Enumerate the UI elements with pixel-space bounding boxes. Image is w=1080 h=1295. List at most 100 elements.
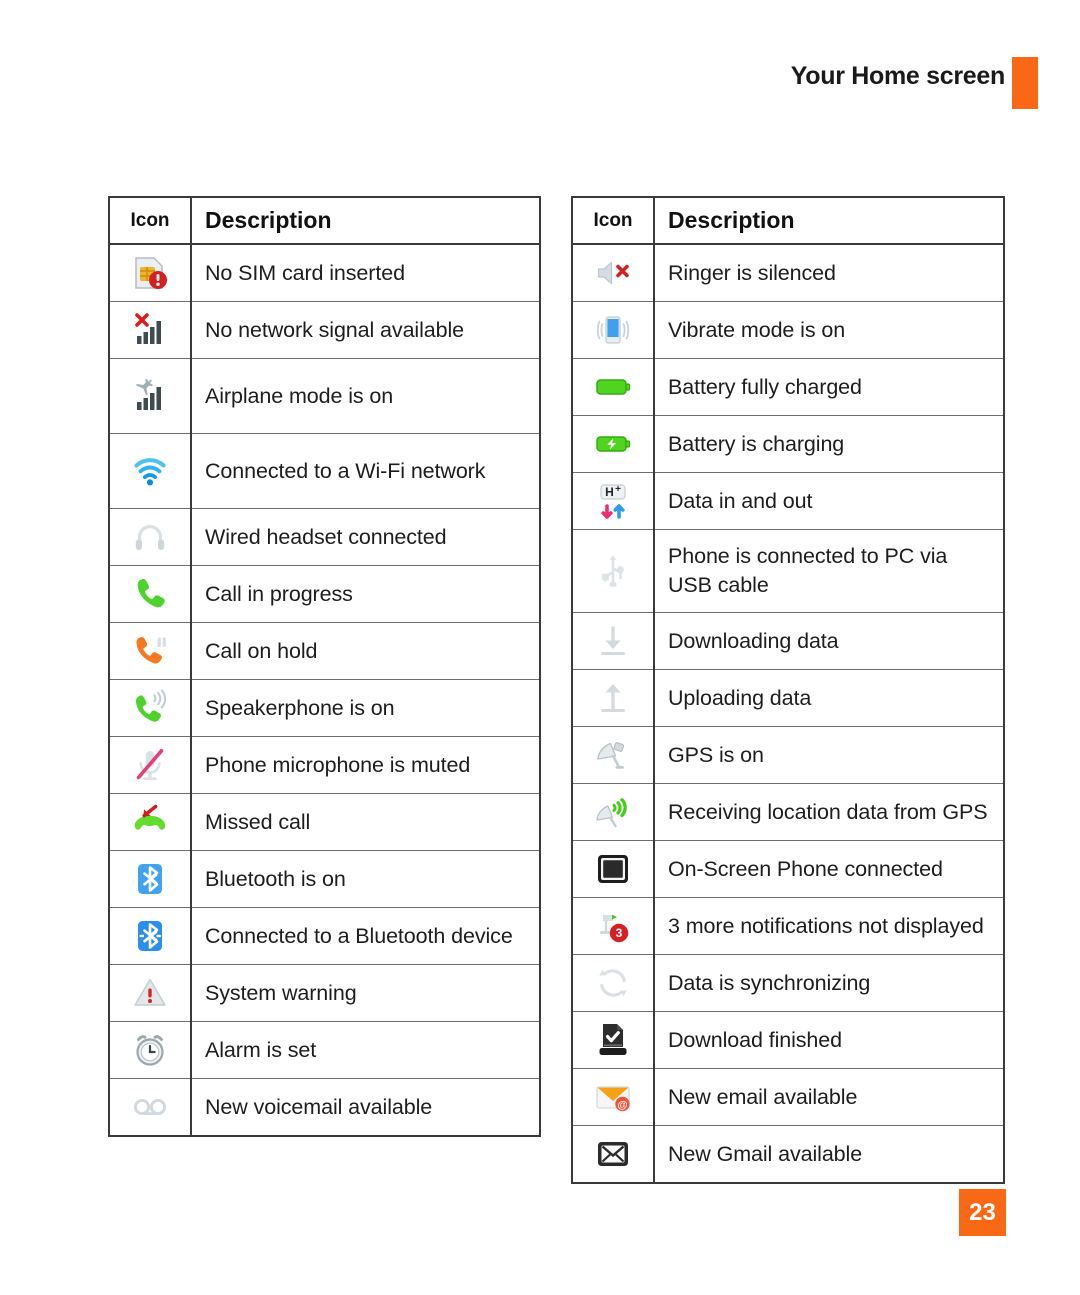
description-cell: No SIM card inserted bbox=[190, 243, 541, 302]
speakerphone-icon bbox=[130, 688, 170, 728]
description-cell: On-Screen Phone connected bbox=[653, 840, 1005, 898]
table-body-left: No SIM card inserted No network signal av… bbox=[108, 243, 541, 1137]
battery-full-icon bbox=[593, 367, 633, 407]
description-cell: Alarm is set bbox=[190, 1021, 541, 1079]
column-header-icon: Icon bbox=[571, 196, 655, 245]
description-cell: Battery is charging bbox=[653, 415, 1005, 473]
table-row: Missed call bbox=[108, 793, 541, 851]
upload-data-icon bbox=[593, 678, 633, 718]
no-signal-icon bbox=[130, 310, 170, 350]
icon-cell: @ bbox=[571, 1068, 655, 1126]
table-row: Vibrate mode is on bbox=[571, 301, 1005, 359]
icon-cell bbox=[571, 301, 655, 359]
icon-cell bbox=[571, 954, 655, 1012]
description-cell: Bluetooth is on bbox=[190, 850, 541, 908]
icon-cell bbox=[571, 783, 655, 841]
table-row: 3 3 more notifications not displayed bbox=[571, 897, 1005, 955]
description-cell: Connected to a Wi-Fi network bbox=[190, 433, 541, 509]
ringer-silenced-icon bbox=[593, 253, 633, 293]
description-cell: Speakerphone is on bbox=[190, 679, 541, 737]
description-cell: Call on hold bbox=[190, 622, 541, 680]
icon-cell bbox=[571, 415, 655, 473]
icon-cell bbox=[108, 358, 192, 434]
table-row: Battery fully charged bbox=[571, 358, 1005, 416]
on-screen-phone-icon bbox=[593, 849, 633, 889]
page-title: Your Home screen bbox=[790, 62, 1006, 90]
new-gmail-icon bbox=[593, 1134, 633, 1174]
icon-table-right: Icon Description Ringer is silenced Vibra… bbox=[571, 196, 1005, 1184]
table-row: Connected to a Bluetooth device bbox=[108, 907, 541, 965]
table-row: Uploading data bbox=[571, 669, 1005, 727]
table-row: Alarm is set bbox=[108, 1021, 541, 1079]
icon-cell bbox=[108, 964, 192, 1022]
description-cell: Call in progress bbox=[190, 565, 541, 623]
icon-cell bbox=[108, 793, 192, 851]
table-row: Airplane mode is on bbox=[108, 358, 541, 434]
bluetooth-connected-icon bbox=[130, 916, 170, 956]
call-in-progress-icon bbox=[130, 574, 170, 614]
microphone-muted-icon bbox=[130, 745, 170, 785]
icon-cell bbox=[571, 726, 655, 784]
svg-text:H: H bbox=[605, 485, 614, 499]
vibrate-mode-icon bbox=[593, 310, 633, 350]
bluetooth-on-icon bbox=[130, 859, 170, 899]
icon-cell: H + bbox=[571, 472, 655, 530]
download-finished-icon bbox=[593, 1020, 633, 1060]
icon-cell bbox=[571, 1125, 655, 1184]
airplane-mode-icon bbox=[130, 376, 170, 416]
column-header-description: Description bbox=[653, 196, 1005, 245]
wifi-icon bbox=[130, 451, 170, 491]
table-row: Call in progress bbox=[108, 565, 541, 623]
description-cell: New email available bbox=[653, 1068, 1005, 1126]
icon-cell bbox=[571, 612, 655, 670]
table-row: H + Data in and out bbox=[571, 472, 1005, 530]
description-cell: Airplane mode is on bbox=[190, 358, 541, 434]
description-cell: System warning bbox=[190, 964, 541, 1022]
icon-table-left: Icon Description No SIM card inserted No … bbox=[108, 196, 541, 1137]
icon-cell bbox=[108, 301, 192, 359]
table-body-right: Ringer is silenced Vibrate mode is on Batt… bbox=[571, 243, 1005, 1184]
svg-text:3: 3 bbox=[616, 926, 623, 940]
table-row: Connected to a Wi-Fi network bbox=[108, 433, 541, 509]
description-cell: New Gmail available bbox=[653, 1125, 1005, 1184]
table-row: Ringer is silenced bbox=[571, 243, 1005, 302]
table-row: Speakerphone is on bbox=[108, 679, 541, 737]
icon-cell bbox=[108, 736, 192, 794]
description-cell: Wired headset connected bbox=[190, 508, 541, 566]
table-row: Bluetooth is on bbox=[108, 850, 541, 908]
icon-cell bbox=[571, 1011, 655, 1069]
table-row: Phone microphone is muted bbox=[108, 736, 541, 794]
call-on-hold-icon bbox=[130, 631, 170, 671]
alarm-clock-icon bbox=[130, 1030, 170, 1070]
sim-card-error-icon bbox=[130, 253, 170, 293]
table-row: Wired headset connected bbox=[108, 508, 541, 566]
description-cell: GPS is on bbox=[653, 726, 1005, 784]
voicemail-icon bbox=[130, 1087, 170, 1127]
icon-cell bbox=[108, 850, 192, 908]
icon-cell bbox=[571, 243, 655, 302]
icon-cell bbox=[108, 433, 192, 509]
missed-call-icon bbox=[130, 802, 170, 842]
gps-on-icon bbox=[593, 735, 633, 775]
table-row: Downloading data bbox=[571, 612, 1005, 670]
svg-text:@: @ bbox=[617, 1099, 627, 1111]
description-cell: 3 more notifications not displayed bbox=[653, 897, 1005, 955]
icon-cell bbox=[571, 529, 655, 613]
table-row: New Gmail available bbox=[571, 1125, 1005, 1184]
description-cell: Data in and out bbox=[653, 472, 1005, 530]
icon-cell bbox=[108, 622, 192, 680]
description-cell: Uploading data bbox=[653, 669, 1005, 727]
description-cell: Phone is connected to PC via USB cable bbox=[653, 529, 1005, 613]
description-cell: No network signal available bbox=[190, 301, 541, 359]
column-header-icon: Icon bbox=[108, 196, 192, 245]
icon-cell bbox=[108, 679, 192, 737]
table-row: System warning bbox=[108, 964, 541, 1022]
description-cell: Ringer is silenced bbox=[653, 243, 1005, 302]
table-header-row: Icon Description bbox=[571, 196, 1005, 245]
download-data-icon bbox=[593, 621, 633, 661]
description-cell: Downloading data bbox=[653, 612, 1005, 670]
icon-cell bbox=[108, 907, 192, 965]
icon-cell bbox=[571, 840, 655, 898]
column-header-description: Description bbox=[190, 196, 541, 245]
battery-charging-icon bbox=[593, 424, 633, 464]
